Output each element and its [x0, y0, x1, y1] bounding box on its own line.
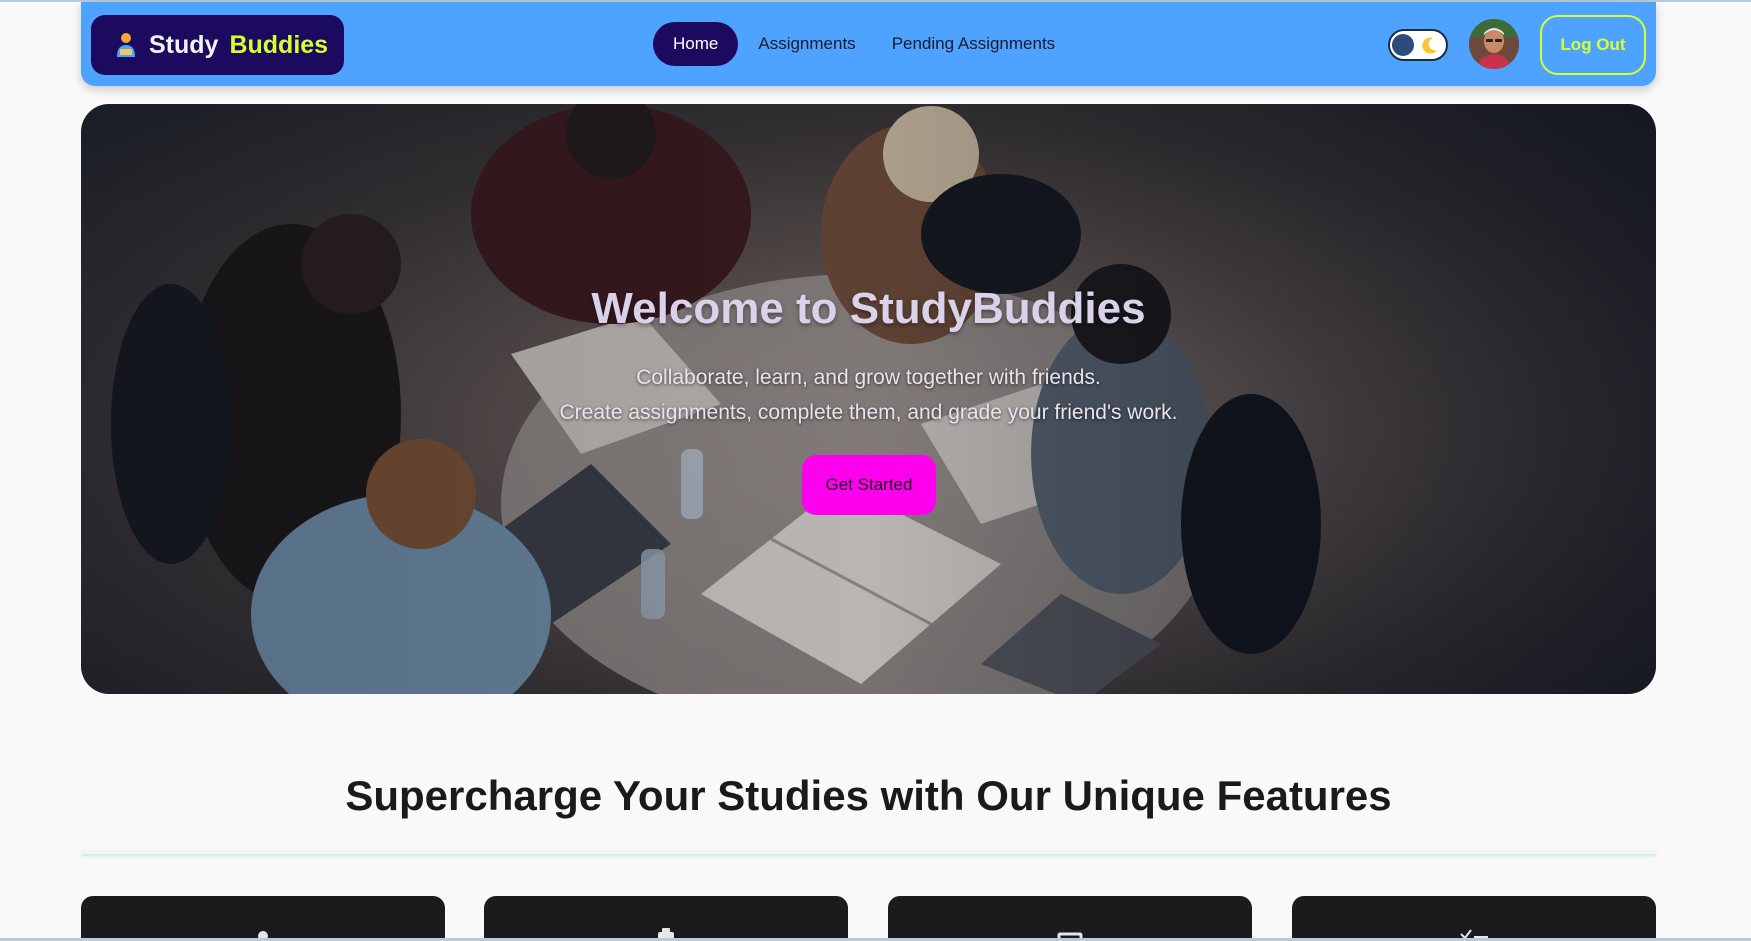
feature-card-3[interactable] — [888, 896, 1252, 941]
hero-subtitle-line1: Collaborate, learn, and grow together wi… — [636, 366, 1101, 389]
moon-icon — [1420, 35, 1440, 55]
student-icon — [115, 32, 137, 58]
theme-toggle[interactable] — [1388, 29, 1448, 61]
feature-card-2[interactable] — [484, 896, 848, 941]
features-title: Supercharge Your Studies with Our Unique… — [345, 772, 1392, 819]
hero-subtitle-line2: Create assignments, complete them, and g… — [559, 401, 1178, 424]
hero-subtitle: Collaborate, learn, and grow together wi… — [81, 360, 1656, 430]
nav-link-home[interactable]: Home — [653, 22, 739, 66]
features-divider — [81, 850, 1656, 854]
logout-button[interactable]: Log Out — [1540, 15, 1646, 75]
nav-link-pending-assignments[interactable]: Pending Assignments — [874, 22, 1074, 66]
nav-links: Home Assignments Pending Assignments — [653, 22, 1073, 66]
feature-card-4[interactable] — [1292, 896, 1656, 941]
toggle-knob — [1392, 34, 1414, 56]
feature-card-1[interactable] — [81, 896, 445, 941]
logo-text-study: Study — [149, 30, 219, 59]
logo-text-buddies: Buddies — [229, 30, 329, 59]
navbar: Study Buddies Home Assignments Pending A… — [81, 2, 1656, 86]
hero-banner: Welcome to StudyBuddies Collaborate, lea… — [81, 104, 1656, 694]
nav-link-assignments[interactable]: Assignments — [740, 22, 873, 66]
get-started-button[interactable]: Get Started — [802, 455, 936, 515]
logo-link[interactable]: Study Buddies — [91, 15, 344, 75]
hero-title: Welcome to StudyBuddies — [591, 284, 1146, 333]
user-avatar[interactable] — [1469, 19, 1519, 69]
